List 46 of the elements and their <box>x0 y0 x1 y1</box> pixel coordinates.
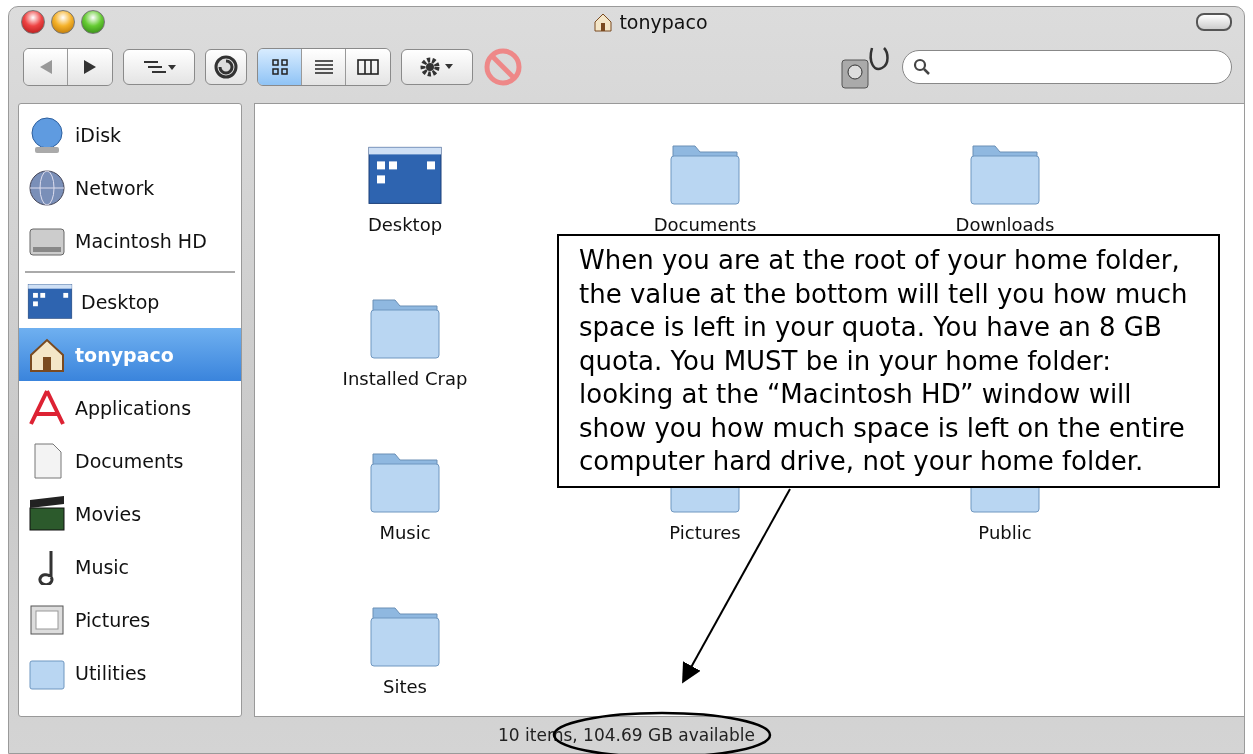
forward-button[interactable] <box>68 49 112 85</box>
sidebar-item[interactable]: Applications <box>19 381 241 434</box>
list-icon <box>314 59 333 75</box>
arrange-menu-icon <box>142 59 176 75</box>
file-name[interactable]: Documents <box>653 214 757 235</box>
clapperboard-icon <box>27 493 67 534</box>
sidebar-item[interactable]: Desktop <box>19 275 241 328</box>
gear-icon <box>419 56 455 78</box>
desktop-icon <box>27 283 73 320</box>
sidebar-item[interactable]: Macintosh HD <box>19 214 241 267</box>
sidebar-item[interactable]: Documents <box>19 434 241 487</box>
columns-icon <box>357 59 379 75</box>
back-arrow-icon <box>39 60 52 74</box>
close-button[interactable] <box>21 10 45 34</box>
minimize-button[interactable] <box>51 10 75 34</box>
file-name[interactable]: Pictures <box>669 522 741 543</box>
grid-icon <box>271 59 288 75</box>
list-view-button[interactable] <box>302 49 346 85</box>
sidebar-item[interactable]: Movies <box>19 487 241 540</box>
search-icon <box>913 58 931 76</box>
file-name[interactable]: Sites <box>383 676 427 697</box>
swirl-icon <box>214 55 238 79</box>
column-view-button[interactable] <box>346 49 390 85</box>
sidebar-item[interactable]: Pictures <box>19 593 241 646</box>
file-name[interactable]: Desktop <box>367 214 443 235</box>
swirl-button[interactable] <box>205 49 247 85</box>
desktop-icon <box>367 145 443 206</box>
file-name[interactable]: Installed Crap <box>342 368 468 389</box>
sidebar-item[interactable]: Music <box>19 540 241 593</box>
zoom-button[interactable] <box>81 10 105 34</box>
toolbar-toggle-button[interactable] <box>1196 13 1232 31</box>
sidebar-item[interactable]: iDisk <box>19 108 241 161</box>
forward-arrow-icon <box>84 60 96 74</box>
arrange-button[interactable] <box>123 49 195 85</box>
file-name[interactable]: Downloads <box>955 214 1055 235</box>
globe-icon <box>27 167 67 208</box>
house-icon <box>593 12 614 32</box>
icon-view-button[interactable] <box>258 49 302 85</box>
file-name[interactable]: Music <box>379 522 431 543</box>
sidebar-item[interactable]: Network <box>19 161 241 214</box>
search-field[interactable] <box>902 50 1232 84</box>
file-name[interactable]: Public <box>978 522 1032 543</box>
window-title: tonypaco <box>619 11 708 33</box>
action-menu-button[interactable] <box>401 49 473 85</box>
sidebar-item[interactable]: Utilities <box>19 646 241 699</box>
annotation-callout: When you are at the root of your home folder, the value at the bottom will tell you how much space is left in your quota. You have an 8 GB quota. You MUST be in your home folder: looking at the “Macintosh HD” window will show you how much space is left on the entire computer hard drive, not your home folder. <box>557 234 1220 488</box>
